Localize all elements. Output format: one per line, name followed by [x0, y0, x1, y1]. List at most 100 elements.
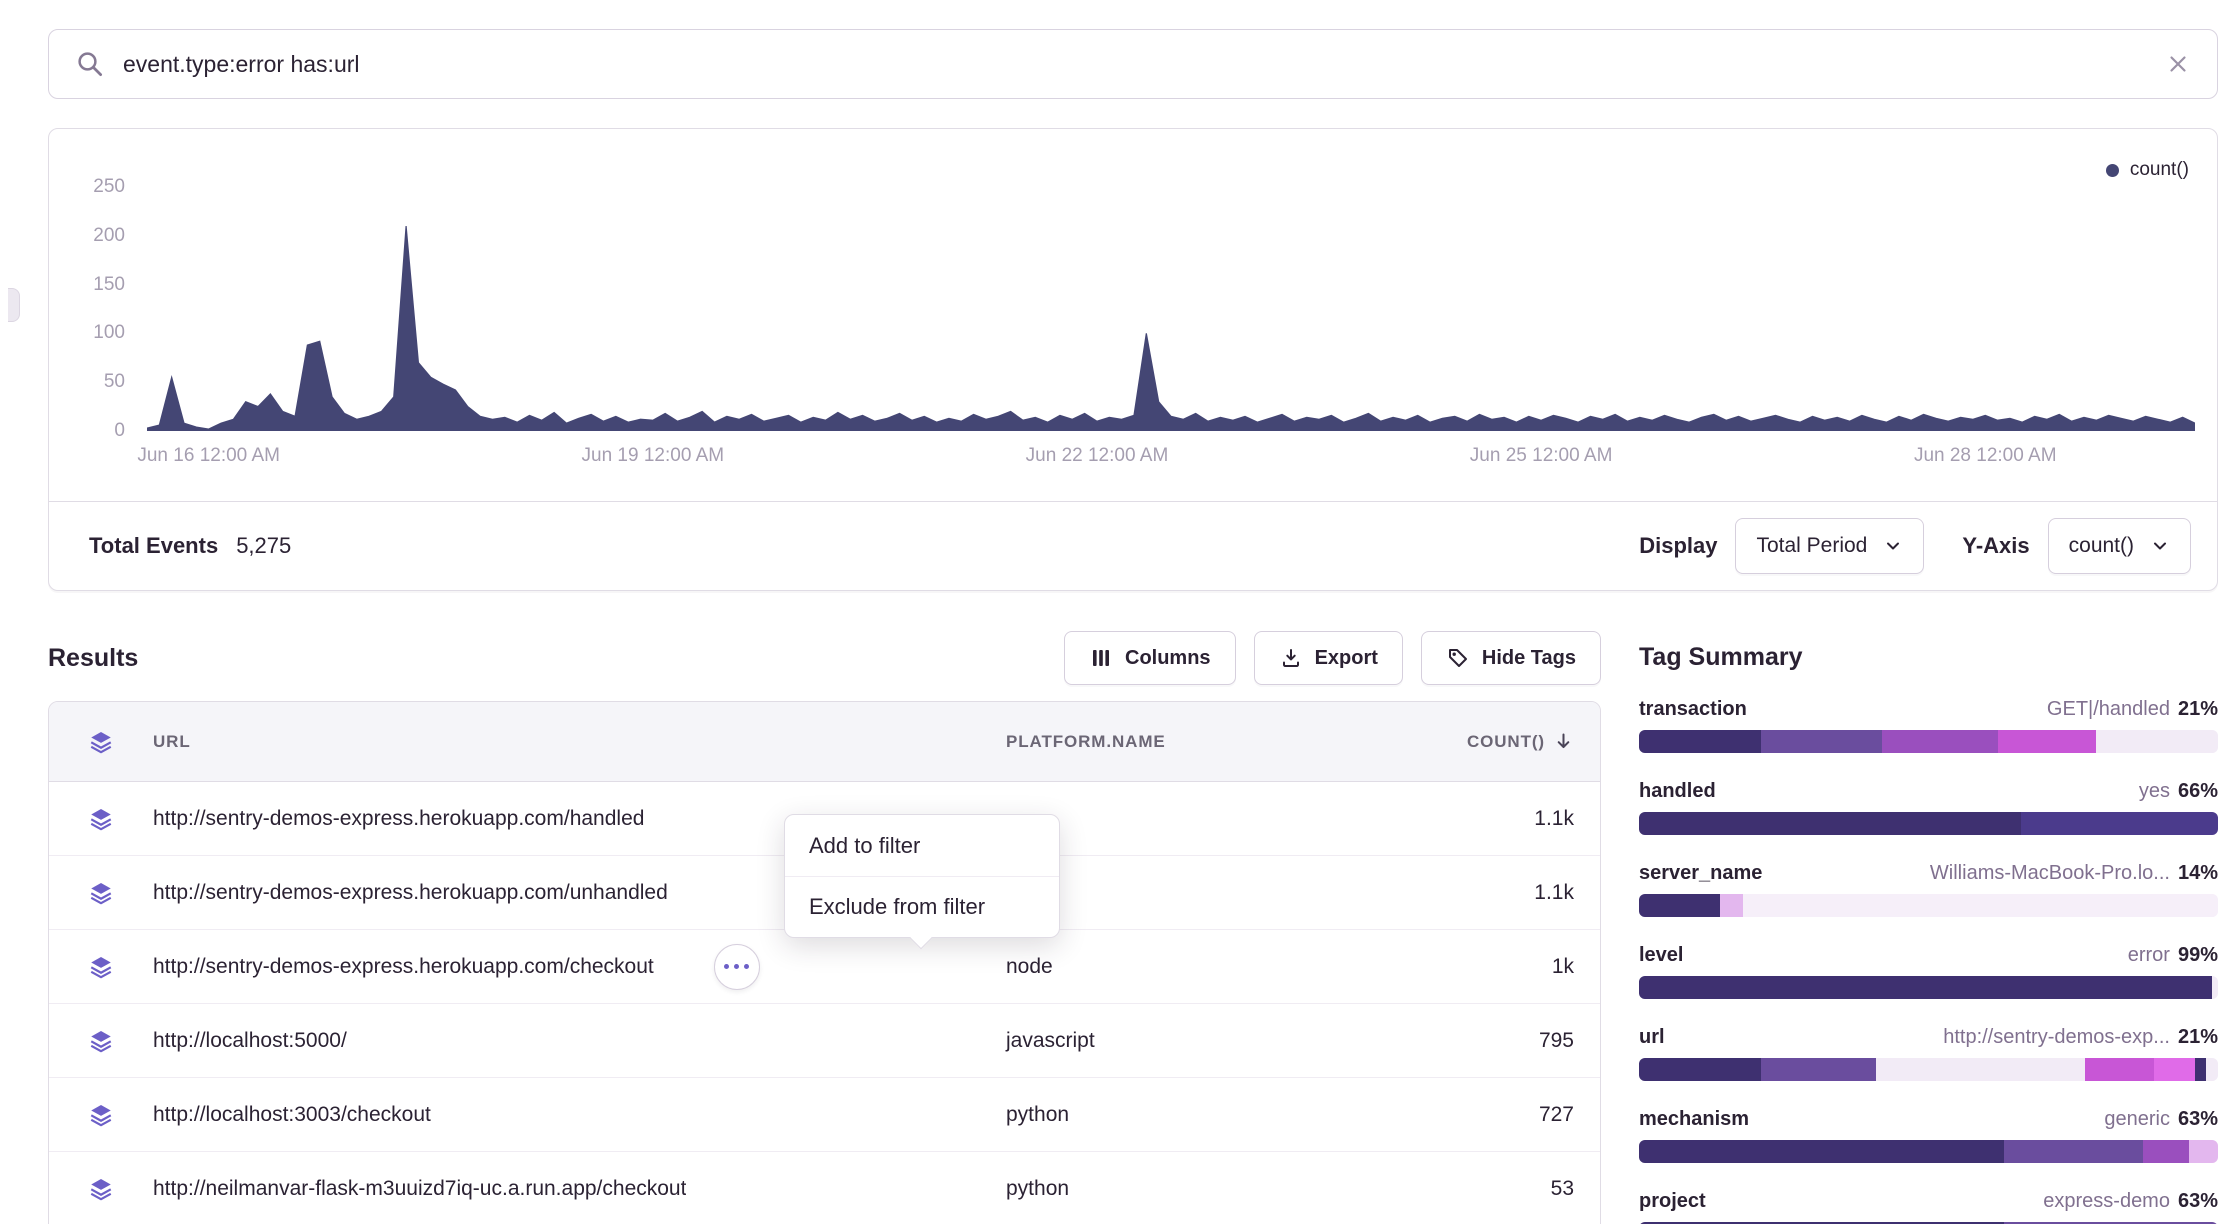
export-button[interactable]: Export: [1254, 631, 1403, 685]
tag-top-value: yes: [2139, 780, 2170, 802]
stack-icon: [49, 954, 153, 980]
y-axis-tick: 100: [93, 322, 125, 344]
tag-block: mechanismgeneric63%: [1639, 1108, 2218, 1163]
tag-bar-segment[interactable]: [1639, 1140, 2004, 1163]
menu-item-add-to-filter[interactable]: Add to filter: [785, 815, 1059, 876]
y-axis-dropdown-value: count(): [2069, 534, 2134, 558]
y-axis-dropdown[interactable]: count(): [2048, 518, 2191, 574]
clear-search-icon[interactable]: [2165, 51, 2191, 77]
tag-bar[interactable]: [1639, 812, 2218, 835]
tag-bar-segment[interactable]: [2004, 1140, 2143, 1163]
tag-bar[interactable]: [1639, 1058, 2218, 1081]
row-url[interactable]: http://neilmanvar-flask-m3uuizd7iq-uc.a.…: [153, 1177, 686, 1201]
column-header-platform[interactable]: PLATFORM.NAME: [1006, 732, 1426, 752]
x-axis-tick: Jun 22 12:00 AM: [1026, 445, 1169, 467]
row-platform[interactable]: javascript: [1006, 1029, 1426, 1053]
tag-bar-segment[interactable]: [2085, 1058, 2154, 1081]
tag-bar-segment[interactable]: [1639, 812, 2021, 835]
column-header-url[interactable]: URL: [153, 732, 1006, 752]
display-dropdown[interactable]: Total Period: [1735, 518, 1924, 574]
row-platform[interactable]: node: [1006, 955, 1426, 979]
discover-page: count() 050100150200250 Jun 16 12:00 AMJ…: [0, 0, 2234, 1224]
tag-bar-segment[interactable]: [1761, 730, 1883, 753]
table-header-row: URL PLATFORM.NAME COUNT(): [49, 702, 1600, 782]
chart-plot[interactable]: [147, 187, 2195, 431]
columns-button[interactable]: Columns: [1064, 631, 1236, 685]
tag-bar-segment[interactable]: [1639, 730, 1761, 753]
row-url[interactable]: http://localhost:3003/checkout: [153, 1103, 431, 1127]
row-platform[interactable]: python: [1006, 1103, 1426, 1127]
row-platform[interactable]: python: [1006, 1177, 1426, 1201]
tag-list: transactionGET|/handled21%handledyes66%s…: [1639, 698, 2218, 1224]
tag-bar-segment[interactable]: [2195, 1058, 2207, 1081]
row-url[interactable]: http://sentry-demos-express.herokuapp.co…: [153, 955, 654, 979]
tag-percent: 14%: [2178, 862, 2218, 884]
chart-x-axis: Jun 16 12:00 AMJun 19 12:00 AMJun 22 12:…: [147, 445, 2195, 475]
row-count[interactable]: 1.1k: [1426, 807, 1574, 831]
tag-name: transaction: [1639, 698, 1747, 721]
stack-icon: [49, 729, 153, 755]
table-row[interactable]: http://neilmanvar-flask-m3uuizd7iq-uc.a.…: [49, 1152, 1600, 1224]
row-count[interactable]: 795: [1426, 1029, 1574, 1053]
hide-tags-button[interactable]: Hide Tags: [1421, 631, 1601, 685]
y-axis-tick: 50: [104, 371, 125, 393]
tag-bar-segment[interactable]: [1720, 894, 1743, 917]
search-bar[interactable]: [48, 29, 2218, 99]
tag-bar-segment[interactable]: [1998, 730, 2096, 753]
x-axis-tick: Jun 25 12:00 AM: [1470, 445, 1613, 467]
hide-tags-button-label: Hide Tags: [1482, 647, 1576, 670]
chevron-down-icon: [1883, 536, 1903, 556]
tag-bar-segment[interactable]: [1882, 730, 1998, 753]
tag-bar[interactable]: [1639, 1140, 2218, 1163]
tag-summary-panel: Tag Summary transactionGET|/handled21%ha…: [1639, 631, 2218, 1224]
tag-bar-segment[interactable]: [2021, 812, 2218, 835]
tag-bar-segment[interactable]: [1761, 1058, 1877, 1081]
row-count[interactable]: 1k: [1426, 955, 1574, 979]
y-axis-tick: 0: [114, 420, 125, 442]
chart-plot-svg: [147, 187, 2195, 431]
tag-bar-segment[interactable]: [1876, 1058, 2084, 1081]
table-row[interactable]: http://localhost:5000/javascript795: [49, 1004, 1600, 1078]
cell-actions-button[interactable]: [714, 944, 760, 990]
sidebar-collapse-handle[interactable]: [8, 288, 20, 322]
events-chart-panel: count() 050100150200250 Jun 16 12:00 AMJ…: [48, 128, 2218, 591]
chart-series-path: [147, 226, 2195, 431]
tag-bar-segment[interactable]: [2212, 976, 2218, 999]
row-count[interactable]: 1.1k: [1426, 881, 1574, 905]
y-axis-tick: 250: [93, 176, 125, 198]
table-row[interactable]: http://localhost:3003/checkout python727: [49, 1078, 1600, 1152]
row-url[interactable]: http://localhost:5000/: [153, 1029, 347, 1053]
tag-bar[interactable]: [1639, 976, 2218, 999]
stack-icon: [49, 1102, 153, 1128]
tag-bar[interactable]: [1639, 894, 2218, 917]
tag-bar-segment[interactable]: [2143, 1140, 2189, 1163]
stack-icon: [49, 1176, 153, 1202]
chart-legend[interactable]: count(): [2106, 159, 2189, 181]
tag-bar-segment[interactable]: [1639, 1058, 1761, 1081]
tag-bar-segment[interactable]: [1639, 894, 1720, 917]
tag-icon: [1446, 646, 1470, 670]
tag-bar-segment[interactable]: [2206, 1058, 2218, 1081]
tag-bar-segment[interactable]: [2154, 1058, 2195, 1081]
row-url[interactable]: http://sentry-demos-express.herokuapp.co…: [153, 807, 644, 831]
tag-block: handledyes66%: [1639, 780, 2218, 835]
tag-bar-segment[interactable]: [2189, 1140, 2218, 1163]
column-header-count[interactable]: COUNT(): [1426, 731, 1574, 752]
columns-button-label: Columns: [1125, 647, 1211, 670]
search-input[interactable]: [123, 51, 2147, 78]
stack-icon: [49, 880, 153, 906]
tag-bar-segment[interactable]: [2096, 730, 2218, 753]
tag-bar[interactable]: [1639, 730, 2218, 753]
x-axis-tick: Jun 19 12:00 AM: [582, 445, 725, 467]
y-axis-label: Y-Axis: [1962, 533, 2029, 559]
row-count[interactable]: 727: [1426, 1103, 1574, 1127]
tag-summary-heading: Tag Summary: [1639, 643, 2218, 672]
table-row[interactable]: http://sentry-demos-express.herokuapp.co…: [49, 930, 1600, 1004]
row-count[interactable]: 53: [1426, 1177, 1574, 1201]
tag-bar-segment[interactable]: [1743, 894, 2218, 917]
chart-footer: Total Events 5,275 Display Total Period …: [49, 501, 2217, 590]
display-dropdown-value: Total Period: [1756, 534, 1867, 558]
row-url[interactable]: http://sentry-demos-express.herokuapp.co…: [153, 881, 668, 905]
tag-percent: 21%: [2178, 698, 2218, 720]
tag-bar-segment[interactable]: [1639, 976, 2212, 999]
